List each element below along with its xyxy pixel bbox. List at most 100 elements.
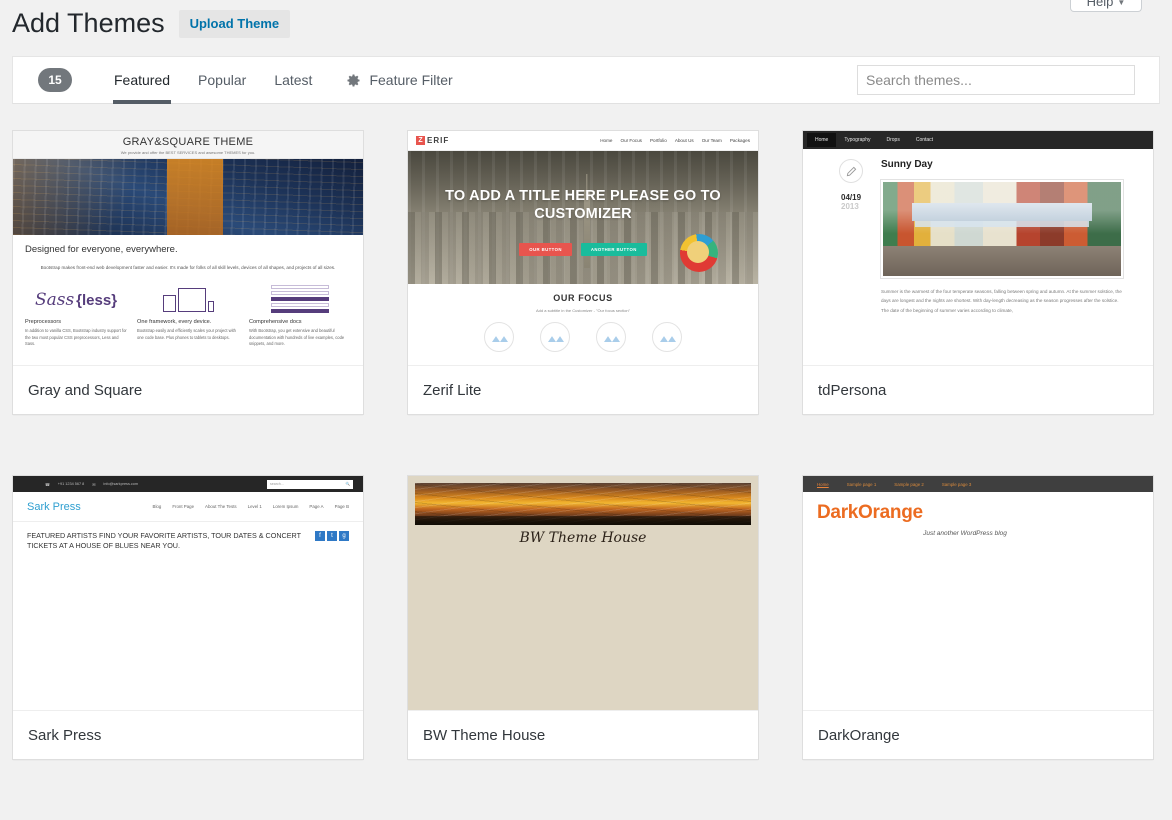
documentation-icon [249,281,351,319]
theme-nav-tabs: Featured Popular Latest Feature Filter [100,57,453,104]
gs-feature-text: With Bootstrap, you get extensive and be… [249,328,345,347]
tdpersona-nav-item: Contact [915,137,934,143]
tdpersona-nav-item: Drops [886,137,900,143]
tdpersona-navbar: Home Typography Drops Contact [803,131,1153,149]
devices-icon [137,281,239,319]
theme-name: Gray and Square [28,381,143,399]
post-title: Sunny Day [881,159,933,170]
search-themes-input[interactable] [857,65,1135,95]
sarkpress-email: info@sarkpress.com [103,481,139,486]
gs-feature-title: Preprocessors [25,319,62,326]
sarkpress-social-icons: f t g [315,531,349,541]
upload-theme-button[interactable]: Upload Theme [178,9,291,39]
parrot-graphic-icon [680,234,718,272]
theme-screenshot: ☎ +91 1234 567 8 ✉ info@sarkpress.com se… [13,476,363,711]
gear-icon [346,73,361,88]
theme-screenshot: Home Typography Drops Contact 04/19 2013 [803,131,1153,366]
darkorange-nav-item: Home [817,481,829,487]
focus-icon [540,322,570,352]
twitter-icon: t [327,531,337,541]
zerif-nav-item: Portfolio [649,138,667,143]
help-tab[interactable]: Help ▼ [1070,0,1142,12]
sarkpress-nav-item: About The Tests [205,504,237,509]
post-featured-image [880,179,1124,279]
post-date-day: 04/19 [841,193,862,202]
zerif-section-subtitle: Add a subtitle in the Customizer - "Our … [536,308,630,313]
sarkpress-nav-item: Lorem Ipsum [272,504,299,509]
sarkpress-nav-item: Blog [152,504,162,509]
sarkpress-topbar: ☎ +91 1234 567 8 ✉ info@sarkpress.com se… [13,476,363,492]
darkorange-nav-item: Sample page 1 [846,481,877,487]
page-title: Add Themes [12,8,165,39]
pencil-icon [839,159,863,183]
sarkpress-contact: ☎ +91 1234 567 8 ✉ info@sarkpress.com [45,482,138,487]
theme-screenshot: Z ERIF Home Our Focus Portfolio About Us… [408,131,758,366]
gs-feature-title: One framework, every device. [137,319,212,326]
theme-grid: GRAY&SQUARE THEME We provide and offer t… [12,130,1172,820]
zerif-focus-icons [408,322,758,352]
facebook-icon: f [315,531,325,541]
sarkpress-phone: +91 1234 567 8 [57,481,85,486]
theme-card-tdpersona[interactable]: Home Typography Drops Contact 04/19 2013 [802,130,1154,415]
theme-card-gray-and-square[interactable]: GRAY&SQUARE THEME We provide and offer t… [12,130,364,415]
zerif-focus-section: OUR FOCUS Add a subtitle in the Customiz… [408,284,758,352]
tab-popular[interactable]: Popular [184,57,260,103]
darkorange-nav-item: Sample page 3 [941,481,972,487]
sarkpress-nav-item: Level 1 [247,504,262,509]
search-themes-wrapper [857,65,1135,95]
gs-feature-title: Comprehensive docs [249,319,302,326]
sarkpress-feature: FEATURED ARTISTS FIND YOUR FAVORITE ARTI… [13,522,363,561]
theme-name: Sark Press [28,726,102,744]
sarkpress-nav-menu: Blog Front Page About The Tests Level 1 … [153,504,349,509]
sarkpress-feature-text: FEATURED ARTISTS FIND YOUR FAVORITE ARTI… [27,531,301,551]
zerif-nav-item: Home [600,138,613,143]
magnifier-icon: 🔍 [345,482,350,486]
darkorange-navbar: Home Sample page 1 Sample page 2 Sample … [803,476,1153,492]
post-date-year: 2013 [841,202,859,211]
sarkpress-nav-item: Front Page [172,504,195,509]
page-header: Add Themes Upload Theme [0,0,1172,42]
gs-feature-text: Bootstrap easily and efficiently scales … [137,328,236,340]
gs-site-header: GRAY&SQUARE THEME We provide and offer t… [13,131,363,159]
zerif-navbar: Z ERIF Home Our Focus Portfolio About Us… [408,131,758,151]
theme-name: BW Theme House [423,726,546,744]
zerif-nav-item: Packages [729,138,750,143]
gs-site-tagline: We provide and offer the BEST SERVICES a… [120,150,256,155]
tdpersona-post: 04/19 2013 Sunny Day Summer is the warme… [803,149,1153,315]
gs-feature-text: In addition to vanilla CSS, Bootstrap in… [25,328,127,347]
sarkpress-logo: Sark Press [27,500,81,513]
darkorange-nav-item: Sample page 2 [894,481,924,487]
tdpersona-date: 04/19 2013 [841,193,881,211]
theme-screenshot: BW Theme House [408,476,758,711]
tdpersona-meta: 04/19 2013 [803,159,881,315]
feature-filter-button[interactable]: Feature Filter [326,72,453,88]
tab-featured[interactable]: Featured [100,57,184,104]
phone-icon: ☎ [45,482,50,487]
tab-latest[interactable]: Latest [260,57,326,103]
feature-filter-label: Feature Filter [369,72,453,88]
zerif-hero: TO ADD A TITLE HERE PLEASE GO TO CUSTOMI… [408,151,758,284]
tdpersona-content: Sunny Day Summer is the warmest of the f… [880,159,1153,315]
theme-screenshot: Home Sample page 1 Sample page 2 Sample … [803,476,1153,711]
gs-body: Designed for everyone, everywhere. Boots… [13,235,363,348]
theme-name: tdPersona [818,381,887,399]
zerif-logo-mark: Z [416,136,425,145]
theme-count-badge: 15 [38,68,72,92]
bw-site-wrapper: BW Theme House [408,476,758,710]
focus-icon [484,322,514,352]
zerif-nav-item: About Us [674,138,694,143]
gs-lead: Bootstrap makes front-end web developmen… [40,265,336,270]
sarkpress-search-placeholder: search... [270,482,284,486]
theme-screenshot: GRAY&SQUARE THEME We provide and offer t… [13,131,363,366]
darkorange-tagline: Just another WordPress blog [923,530,1007,537]
mail-icon: ✉ [92,482,96,487]
focus-icon [596,322,626,352]
zerif-nav-item: Our Team [701,138,722,143]
post-excerpt: Summer is the warmest of the four temper… [881,289,1122,313]
sunset-banner-image [415,483,751,525]
google-plus-icon: g [339,531,349,541]
theme-name: DarkOrange [818,726,900,744]
zerif-primary-button: OUR BUTTON [519,243,572,256]
theme-card-zerif-lite[interactable]: Z ERIF Home Our Focus Portfolio About Us… [407,130,759,415]
gs-feature-columns: Sass {less} Preprocessors In addition to … [25,281,351,348]
